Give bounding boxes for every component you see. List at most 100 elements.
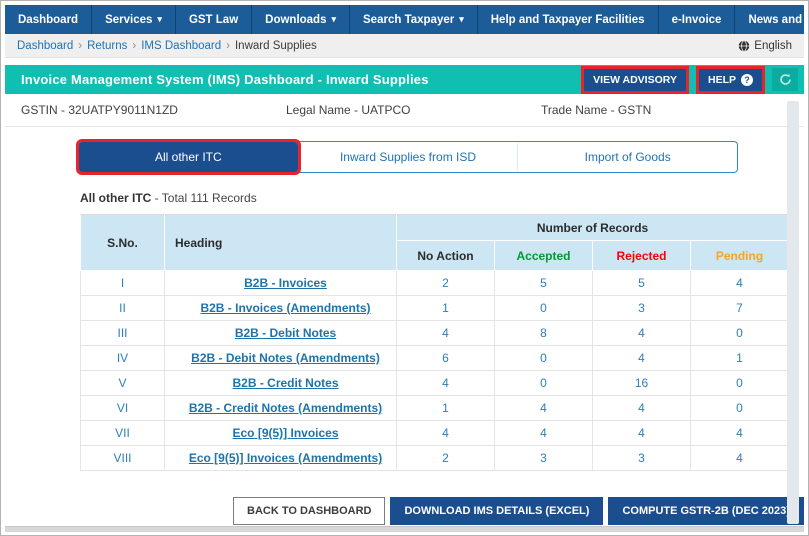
itc-tabs: All other ITC Inward Supplies from ISD I… <box>76 139 738 175</box>
nav-item-label: Services <box>105 13 153 26</box>
table-row: II B2B - Invoices (Amendments) 1 0 3 7 <box>80 295 790 321</box>
row-no-action-count[interactable]: 6 <box>396 345 495 371</box>
row-pending-count[interactable]: 0 <box>689 320 790 346</box>
compute-gstr2b-button[interactable]: COMPUTE GSTR-2B (DEC 2023) <box>608 497 804 525</box>
annotation-highlight-view-advisory: VIEW ADVISORY <box>581 65 689 94</box>
annotation-highlight-help: HELP ? <box>695 65 765 94</box>
breadcrumb-separator-icon: › <box>132 39 137 52</box>
tab[interactable]: Inward Supplies from ISD <box>297 142 518 172</box>
row-pending-count[interactable]: 4 <box>689 420 790 446</box>
row-heading-link[interactable]: B2B - Credit Notes <box>232 376 338 390</box>
view-advisory-label: VIEW ADVISORY <box>593 73 677 86</box>
nav-item-label: e-Invoice <box>671 13 722 26</box>
tab[interactable]: Import of Goods <box>517 142 737 172</box>
nav-item[interactable]: Search Taxpayer ▾ <box>350 5 478 34</box>
nav-item[interactable]: GST Law ▾ <box>176 5 253 34</box>
chevron-down-icon: ▾ <box>157 14 162 24</box>
row-heading-link[interactable]: Eco [9(5)] Invoices (Amendments) <box>189 451 382 465</box>
chevron-down-icon: ▾ <box>459 14 464 24</box>
row-accepted-count[interactable]: 0 <box>494 345 593 371</box>
row-accepted-count[interactable]: 3 <box>494 445 593 471</box>
row-pending-count[interactable]: 0 <box>689 370 790 396</box>
row-accepted-count[interactable]: 0 <box>494 295 593 321</box>
row-rejected-count[interactable]: 3 <box>592 295 691 321</box>
chevron-down-icon: ▾ <box>331 14 337 24</box>
column-header-status: No Action <box>396 240 495 271</box>
back-to-dashboard-button[interactable]: BACK TO DASHBOARD <box>233 497 386 525</box>
view-advisory-button[interactable]: VIEW ADVISORY <box>584 68 686 91</box>
breadcrumb-link[interactable]: IMS Dashboard <box>141 40 221 52</box>
breadcrumb-separator-icon: › <box>78 39 83 52</box>
vertical-scrollbar[interactable] <box>787 101 799 524</box>
row-heading-link[interactable]: B2B - Invoices (Amendments) <box>200 301 370 315</box>
row-sno: V <box>80 370 165 396</box>
records-summary: All other ITC - Total 111 Records <box>80 191 804 205</box>
row-accepted-count[interactable]: 4 <box>494 420 593 446</box>
nav-item[interactable]: News and Updates ▾ <box>735 5 808 34</box>
taxpayer-info: GSTIN - 32UATPY9011N1ZD Legal Name - UAT… <box>5 94 804 127</box>
table-row: IV B2B - Debit Notes (Amendments) 6 0 4 … <box>80 345 790 371</box>
top-nav: Dashboard ▾ Services ▾ GST Law ▾ Downloa… <box>5 5 808 34</box>
nav-item-label: Search Taxpayer <box>363 13 455 26</box>
row-no-action-count[interactable]: 1 <box>396 295 495 321</box>
page-title: Invoice Management System (IMS) Dashboar… <box>21 72 429 87</box>
tab[interactable]: All other ITC <box>76 139 301 175</box>
row-rejected-count[interactable]: 4 <box>592 320 691 346</box>
row-sno: VII <box>80 420 165 446</box>
nav-item[interactable]: Downloads ▾ <box>252 5 351 34</box>
row-rejected-count[interactable]: 4 <box>592 395 691 421</box>
row-sno: IV <box>80 345 165 371</box>
help-button[interactable]: HELP ? <box>698 68 762 91</box>
row-accepted-count[interactable]: 4 <box>494 395 593 421</box>
row-pending-count[interactable]: 4 <box>689 270 790 296</box>
row-sno: VIII <box>80 445 165 471</box>
row-rejected-count[interactable]: 4 <box>592 345 691 371</box>
download-ims-details-button[interactable]: DOWNLOAD IMS DETAILS (EXCEL) <box>390 497 604 525</box>
row-accepted-count[interactable]: 0 <box>494 370 593 396</box>
row-no-action-count[interactable]: 1 <box>396 395 495 421</box>
tab-label: Inward Supplies from ISD <box>339 150 477 164</box>
row-heading-link[interactable]: B2B - Debit Notes <box>235 326 336 340</box>
row-no-action-count[interactable]: 4 <box>396 420 495 446</box>
nav-item[interactable]: Services ▾ <box>92 5 176 34</box>
row-accepted-count[interactable]: 8 <box>494 320 593 346</box>
language-selector[interactable]: English <box>738 40 792 52</box>
row-heading-link[interactable]: B2B - Debit Notes (Amendments) <box>191 351 380 365</box>
row-pending-count[interactable]: 7 <box>689 295 790 321</box>
table-row: VI B2B - Credit Notes (Amendments) 1 4 4… <box>80 395 790 421</box>
column-header-heading: Heading <box>164 214 397 271</box>
nav-item[interactable]: e-Invoice ▾ <box>659 5 736 34</box>
breadcrumb-link[interactable]: Dashboard <box>17 40 73 52</box>
table-row: VII Eco [9(5)] Invoices 4 4 4 4 <box>80 420 790 446</box>
row-heading-link[interactable]: Eco [9(5)] Invoices <box>232 426 338 440</box>
column-header-status: Accepted <box>494 240 593 271</box>
nav-item[interactable]: Help and Taxpayer Facilities ▾ <box>478 5 659 34</box>
breadcrumb-link[interactable]: Returns <box>87 40 127 52</box>
row-no-action-count[interactable]: 2 <box>396 270 495 296</box>
row-no-action-count[interactable]: 4 <box>396 320 495 346</box>
row-rejected-count[interactable]: 4 <box>592 420 691 446</box>
row-pending-count[interactable]: 4 <box>689 445 790 471</box>
row-heading-link[interactable]: B2B - Invoices <box>244 276 327 290</box>
table-row: V B2B - Credit Notes 4 0 16 0 <box>80 370 790 396</box>
nav-item[interactable]: Dashboard ▾ <box>5 5 93 34</box>
breadcrumb: Dashboard › Returns › IMS Dashboard › In… <box>5 34 804 58</box>
nav-item-label: Downloads <box>265 13 327 26</box>
row-accepted-count[interactable]: 5 <box>494 270 593 296</box>
row-rejected-count[interactable]: 3 <box>592 445 691 471</box>
horizontal-scrollbar[interactable] <box>5 526 804 532</box>
row-sno: VI <box>80 395 165 421</box>
row-pending-count[interactable]: 1 <box>689 345 790 371</box>
row-rejected-count[interactable]: 16 <box>592 370 691 396</box>
table-row: I B2B - Invoices 2 5 5 4 <box>80 270 790 296</box>
row-heading-link[interactable]: B2B - Credit Notes (Amendments) <box>189 401 382 415</box>
row-no-action-count[interactable]: 4 <box>396 370 495 396</box>
row-sno: II <box>80 295 165 321</box>
trade-name-value: Trade Name - GSTN <box>541 103 652 117</box>
column-header-sno: S.No. <box>80 214 165 271</box>
row-no-action-count[interactable]: 2 <box>396 445 495 471</box>
row-pending-count[interactable]: 0 <box>689 395 790 421</box>
refresh-button[interactable] <box>772 68 798 91</box>
row-rejected-count[interactable]: 5 <box>592 270 691 296</box>
nav-item-label: Help and Taxpayer Facilities <box>490 13 645 26</box>
